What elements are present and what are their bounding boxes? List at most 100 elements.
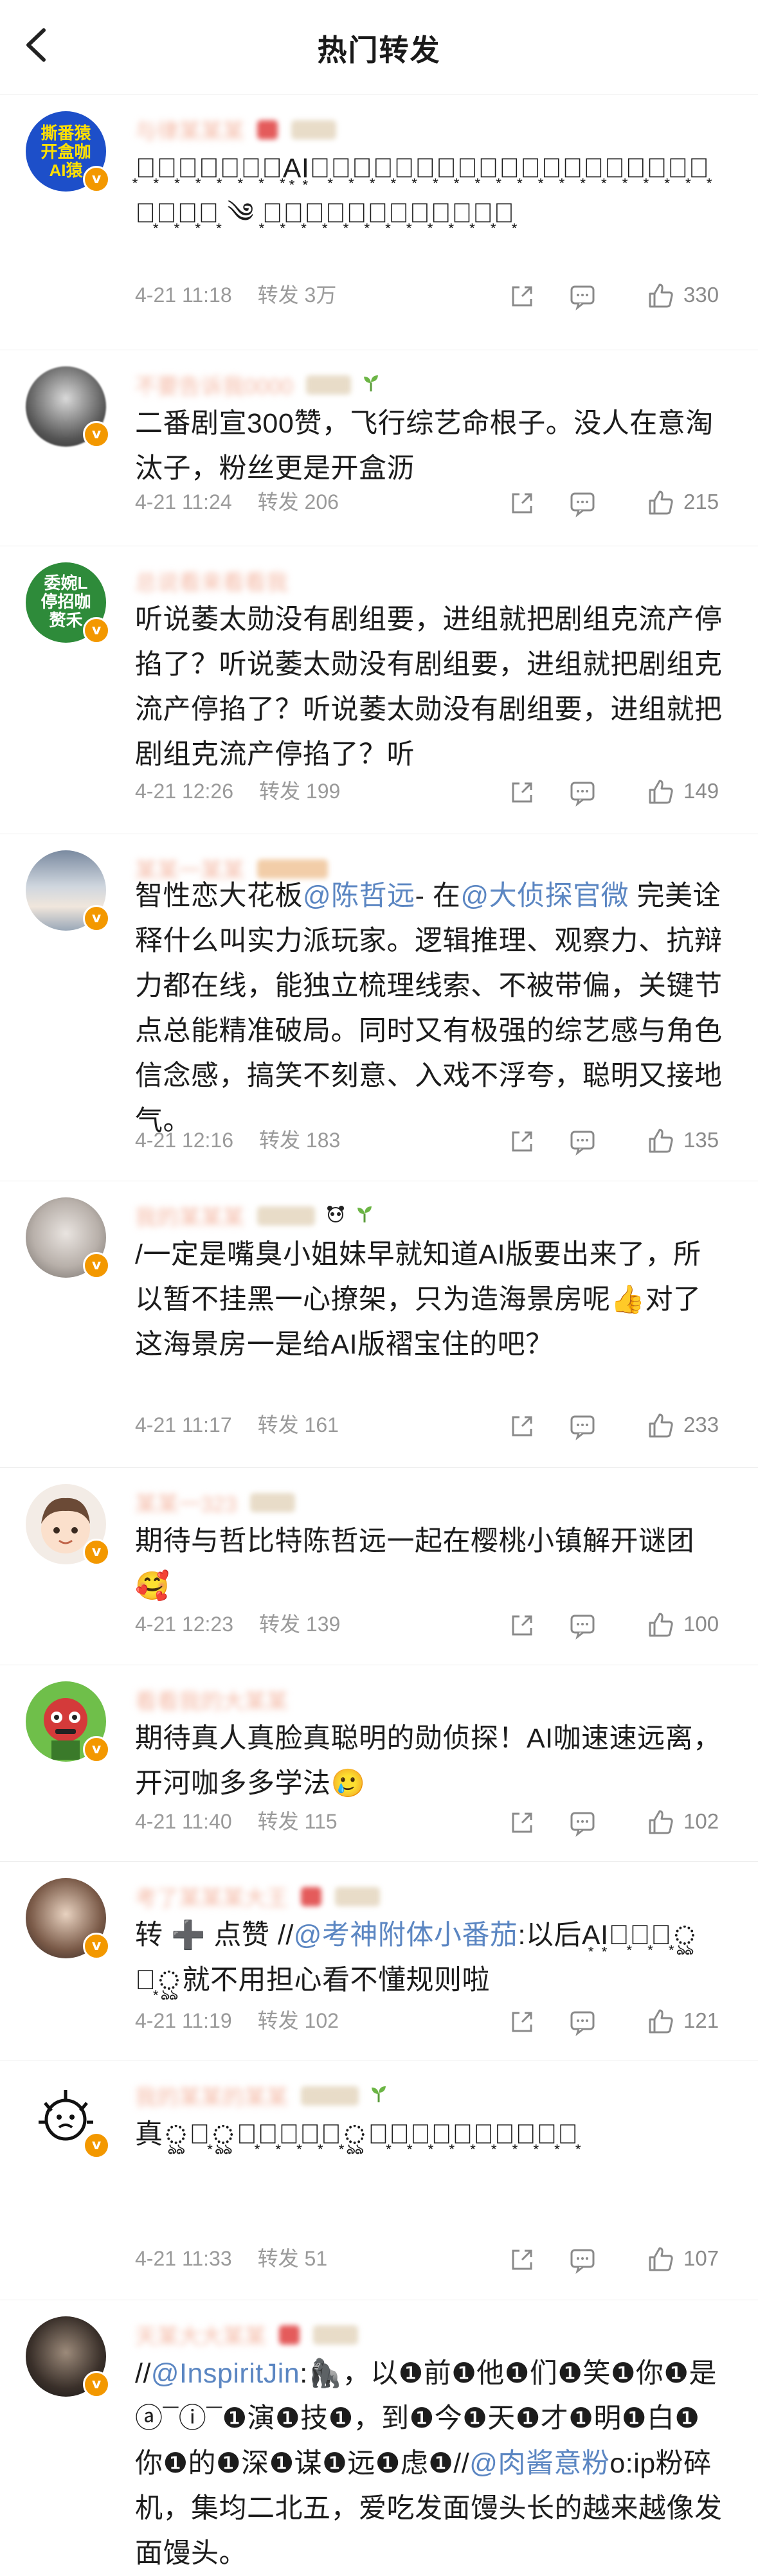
- comment-meta: 4-21 11:19 转发 102: [135, 2007, 339, 2035]
- like-button[interactable]: [646, 1411, 676, 1444]
- username[interactable]: 考了某某某大王: [135, 1881, 288, 1912]
- username[interactable]: 我的某某的某某: [135, 2080, 288, 2111]
- top-bar: 热门转发: [0, 0, 758, 94]
- like-count: 233: [683, 1413, 719, 1436]
- username[interactable]: 我的某某某: [135, 1200, 244, 1231]
- comment-text: 期待真人真脸真聪明的勋侦探！AI咖速速远离，开河咖多多学法🥲: [135, 1723, 721, 1799]
- share-button[interactable]: [508, 778, 536, 810]
- mention-link[interactable]: @考神附体小番茄: [294, 1920, 518, 1951]
- comment-text: 听说萎太勋没有剧组要，进组就把剧组克流产停掐了？听说萎太勋没有剧组要，进组就把剧…: [135, 604, 723, 770]
- username[interactable]: 总说看来看看我: [135, 565, 288, 596]
- forward-count: 转发 51: [257, 2247, 328, 2270]
- comment-button[interactable]: [568, 1412, 597, 1444]
- share-icon: [512, 2250, 532, 2270]
- comment-meta: 4-21 11:24 转发 206: [135, 488, 339, 516]
- comment-meta: 4-21 11:17 转发 161: [135, 1411, 339, 1439]
- comment-time: 4-21 11:24: [135, 490, 232, 514]
- name-row: 与律某某某: [135, 114, 336, 144]
- comment-meta: 4-21 11:40 转发 115: [135, 1807, 338, 1836]
- comment-item: v 天某大大某某 //@InspiritJin:🦍，以❶前❶他❶们❶笑❶你❶是ⓐ…: [0, 2300, 758, 2572]
- like-count: 100: [683, 1612, 719, 1636]
- like-button[interactable]: [646, 281, 676, 314]
- name-row: 某某一323: [135, 1487, 296, 1517]
- username[interactable]: 不要告诉我0000: [135, 369, 293, 400]
- comment-button[interactable]: [568, 1611, 597, 1643]
- comment-button[interactable]: [568, 2246, 597, 2277]
- mention-link[interactable]: @大侦探官微: [460, 881, 629, 911]
- comment-icon: [570, 1614, 595, 1640]
- share-button[interactable]: [508, 1809, 536, 1840]
- share-button[interactable]: [508, 282, 536, 314]
- comment-item: v 某某一某某 智性恋大花板@陈哲远- 在@大侦探官微 完美诠释什么叫实力派玩家…: [0, 834, 758, 1181]
- like-button[interactable]: [646, 488, 676, 521]
- comment-button[interactable]: [568, 489, 597, 521]
- comment-text: 转 ➕ 点赞 //@考神附体小番茄:以后A͙I͙电͙子͙艺͙ৣ猿͙ৣ就不用担心看…: [135, 1920, 698, 1996]
- forward-count: 转发 161: [257, 1413, 339, 1436]
- comment-text: 真ৣ人͙ৣ都͙没͙人͙看͙的͙ৣ竹͙脸͙还͙送͙进͙副͙里͙追͙着͙鲨͙: [135, 2119, 579, 2150]
- fan-badge: [250, 1492, 296, 1512]
- share-button[interactable]: [508, 1611, 536, 1643]
- fan-badge: [312, 2325, 358, 2345]
- verified-badge-icon: v: [83, 2132, 110, 2159]
- thumb-up-icon: [649, 1613, 673, 1637]
- like-button[interactable]: [646, 1126, 676, 1159]
- fan-badge: [306, 375, 352, 395]
- thumb-up-icon: [649, 1129, 673, 1153]
- thumb-up-icon: [649, 780, 673, 804]
- comment-text: 智性恋大花板@陈哲远- 在@大侦探官微 完美诠释什么叫实力派玩家。逻辑推理、观察…: [135, 881, 723, 1136]
- comment-item: v 不要告诉我0000 二番剧宣300赞，飞行综艺命根子。没人在意淘汰子，粉丝更…: [0, 350, 758, 546]
- comment-item: 撕番猿 开盒咖 AI猿 v 与律某某某 ͙褶͙猿͙本͙人͙还͙没͙有͙A͙I͙有…: [0, 94, 758, 350]
- comment-icon: [570, 1415, 595, 1441]
- mention-link[interactable]: @陈哲远: [303, 881, 415, 911]
- username[interactable]: 某某一323: [135, 1487, 237, 1518]
- comment-item: v 我的某某某 /一定是嘴臭小姐妹早就知道AI版要出来了，所以暂不挂黑一心撩架，…: [0, 1181, 758, 1468]
- username[interactable]: 天某大大某某: [135, 2319, 266, 2350]
- fan-badge: [279, 2325, 300, 2345]
- share-icon: [512, 1615, 532, 1636]
- comment-button[interactable]: [568, 2008, 597, 2039]
- forward-count: 转发 3万: [257, 283, 337, 307]
- verified-badge-icon: v: [83, 421, 110, 448]
- comment-item: v 某某一323 期待与哲比特陈哲远一起在樱桃小镇解开谜团 🥰 4-21 12:…: [0, 1467, 758, 1665]
- like-button[interactable]: [646, 1610, 676, 1643]
- like-button[interactable]: [646, 777, 676, 810]
- share-button[interactable]: [508, 2246, 536, 2277]
- comment-icon: [570, 2249, 595, 2275]
- share-button[interactable]: [508, 1412, 536, 1444]
- name-row: 考了某某某大王: [135, 1881, 380, 1911]
- like-count: 102: [683, 1809, 719, 1833]
- comment-button[interactable]: [568, 778, 597, 810]
- comment-time: 4-21 12:26: [135, 780, 234, 803]
- comment-text: ͙褶͙猿͙本͙人͙还͙没͙有͙A͙I͙有͙存͙在͙感͙，͙上͙了͙这͙么͙多͙期…: [135, 153, 710, 229]
- like-button[interactable]: [646, 1807, 676, 1840]
- like-count: 135: [683, 1128, 719, 1152]
- like-count: 330: [683, 283, 719, 307]
- like-button[interactable]: [646, 2244, 676, 2277]
- sprout-icon: [362, 373, 380, 396]
- share-icon: [512, 286, 532, 307]
- thumb-up-icon: [649, 2247, 673, 2271]
- username[interactable]: 看看我的大某某: [135, 1684, 288, 1715]
- like-count: 215: [683, 490, 719, 514]
- page-title: 热门转发: [317, 33, 441, 67]
- forward-count: 转发 206: [257, 490, 339, 514]
- thumb-up-icon: [649, 490, 673, 515]
- comment-button[interactable]: [568, 1127, 597, 1159]
- mention-link[interactable]: @肉酱意粉: [469, 2448, 609, 2479]
- comment-meta: 4-21 12:26 转发 199: [135, 777, 340, 805]
- comment-button[interactable]: [568, 282, 597, 314]
- share-icon: [512, 1812, 532, 1833]
- like-count: 121: [683, 2008, 719, 2032]
- comment-time: 4-21 11:19: [135, 2009, 232, 2032]
- username[interactable]: 与律某某某: [135, 114, 244, 145]
- mention-link[interactable]: @InspiritJin: [151, 2358, 300, 2389]
- share-button[interactable]: [508, 489, 536, 521]
- like-button[interactable]: [646, 2007, 676, 2039]
- comment-button[interactable]: [568, 1809, 597, 1840]
- name-row: 我的某某的某某: [135, 2080, 388, 2110]
- comment-time: 4-21 11:18: [135, 283, 232, 307]
- share-button[interactable]: [508, 1127, 536, 1159]
- share-button[interactable]: [508, 2008, 536, 2039]
- comment-meta: 4-21 12:23 转发 139: [135, 1610, 340, 1638]
- name-row: 不要告诉我0000: [135, 369, 380, 399]
